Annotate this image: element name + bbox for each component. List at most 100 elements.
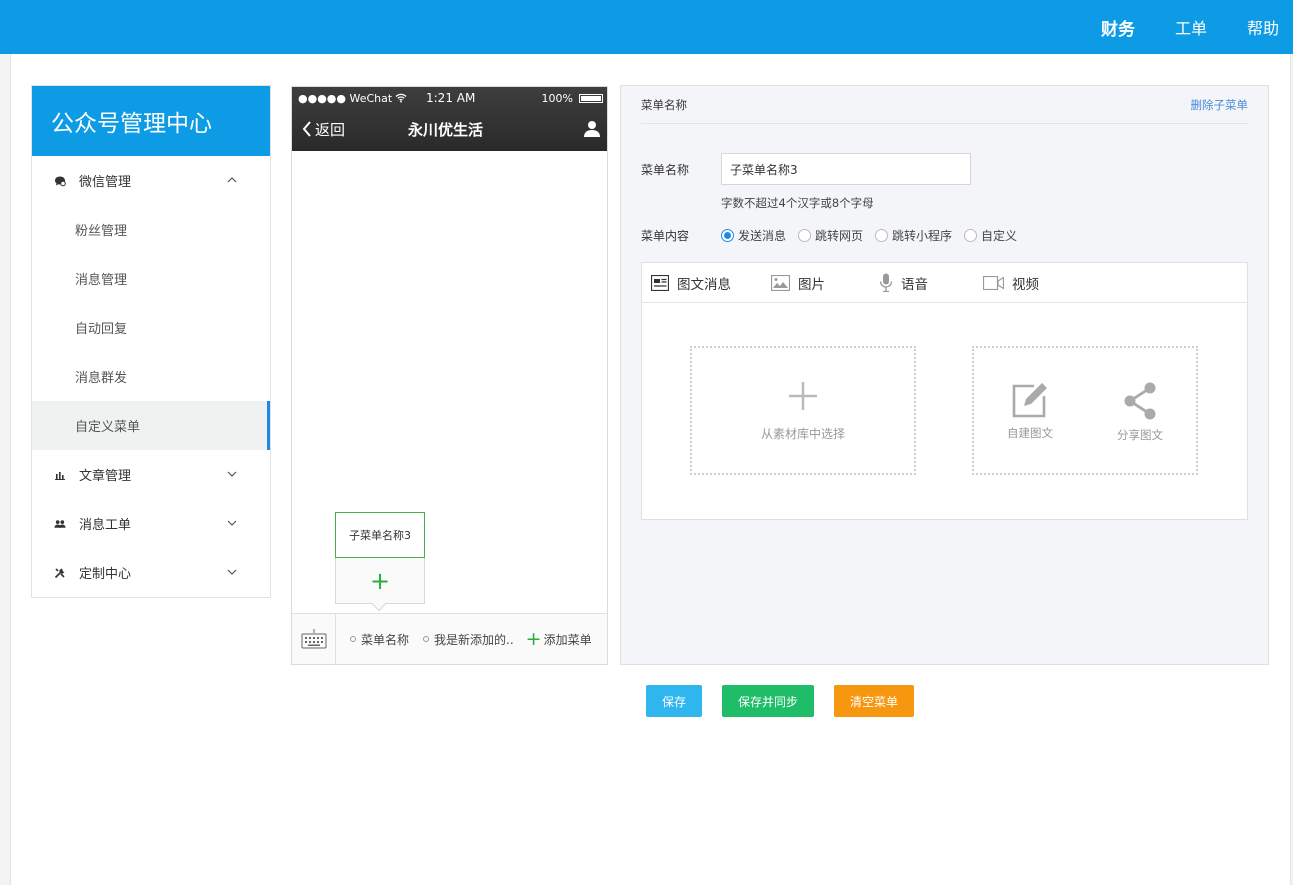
clear-menu-button[interactable]: 清空菜单 xyxy=(834,685,914,717)
sidebar-group-article[interactable]: 文章管理 xyxy=(32,450,270,499)
tab-voice[interactable]: 语音 xyxy=(879,273,983,293)
tab-video[interactable]: 视频 xyxy=(983,273,1039,293)
submenu-name-input[interactable] xyxy=(721,153,971,185)
radio-label: 发送消息 xyxy=(738,229,787,243)
sidebar-item-auto-reply[interactable]: 自动回复 xyxy=(32,303,270,352)
menu-dot-icon xyxy=(423,636,430,642)
top-nav: 财务 工单 帮助 xyxy=(1061,0,1279,54)
radio-jump-web[interactable]: 跳转网页 xyxy=(798,227,863,244)
menu-item-label: 菜单名称 xyxy=(361,632,410,647)
carrier-label: ●●●●● WeChat xyxy=(298,91,393,105)
radio-icon xyxy=(798,229,812,242)
nav-finance[interactable]: 财务 xyxy=(1101,15,1135,40)
content-body: 从素材库中选择 自建图文 分享图文 xyxy=(642,303,1247,519)
sidebar-group-wechat[interactable]: 微信管理 xyxy=(32,156,270,205)
phone-preview: ●●●●● WeChat 1:21 AM 100% 永川优生活 返回 子菜单名称… xyxy=(291,86,608,665)
add-menu-button[interactable]: + 添加菜单 xyxy=(525,628,592,650)
sidebar-group-ticket[interactable]: 消息工单 xyxy=(32,499,270,548)
battery-level: 100% xyxy=(541,91,573,105)
keyboard-icon[interactable] xyxy=(292,614,336,664)
sidebar-item-broadcast[interactable]: 消息群发 xyxy=(32,352,270,401)
plus-icon xyxy=(787,379,819,419)
sidebar-group-label: 定制中心 xyxy=(79,567,132,582)
menu-item-2[interactable]: 我是新添加的.. xyxy=(423,631,514,648)
create-article-button[interactable]: 自建图文 xyxy=(1007,382,1053,441)
users-icon xyxy=(54,518,66,530)
submenu-popup: 子菜单名称3 + xyxy=(335,512,425,612)
radio-send-message[interactable]: 发送消息 xyxy=(721,227,786,244)
sidebar-title: 公众号管理中心 xyxy=(32,86,270,156)
news-icon xyxy=(651,274,669,291)
top-bar: 财务 工单 帮助 xyxy=(0,0,1293,54)
tab-label: 语音 xyxy=(901,276,928,293)
sidebar-group-custom[interactable]: 定制中心 xyxy=(32,548,270,597)
wifi-icon xyxy=(395,93,407,103)
menu-dot-icon xyxy=(350,636,356,642)
radio-icon xyxy=(964,229,978,242)
sidebar: 公众号管理中心 微信管理 粉丝管理 消息管理 自动回复 消息群发 自定义菜单 文… xyxy=(31,85,271,598)
content-type-radios: 发送消息 跳转网页 跳转小程序 自定义 xyxy=(721,227,1029,244)
add-submenu-button[interactable]: + xyxy=(336,558,424,603)
phone-menu-bar: 菜单名称 我是新添加的.. + 添加菜单 xyxy=(292,613,607,664)
radio-label: 跳转网页 xyxy=(815,229,864,243)
delete-submenu-link[interactable]: 删除子菜单 xyxy=(1191,97,1249,113)
microphone-icon xyxy=(879,273,893,292)
radio-custom[interactable]: 自定义 xyxy=(964,227,1017,244)
create-article-label: 自建图文 xyxy=(1007,426,1053,440)
radio-label: 自定义 xyxy=(981,229,1018,243)
radio-mini-program[interactable]: 跳转小程序 xyxy=(875,227,952,244)
video-icon xyxy=(983,275,1004,290)
tab-image[interactable]: 图片 xyxy=(771,273,879,293)
pick-library-label: 从素材库中选择 xyxy=(760,427,845,441)
message-content-box: 图文消息 图片 语音 视频 从素材库中选择 自建图文 分享图文 xyxy=(641,262,1248,520)
status-bar: ●●●●● WeChat 1:21 AM 100% xyxy=(298,90,603,106)
pick-from-library[interactable]: 从素材库中选择 xyxy=(690,346,916,475)
share-article-label: 分享图文 xyxy=(1117,428,1163,442)
create-share-box: 自建图文 分享图文 xyxy=(972,346,1198,475)
sidebar-item-fans[interactable]: 粉丝管理 xyxy=(32,205,270,254)
phone-title-row: 永川优生活 返回 xyxy=(292,117,607,141)
sidebar-item-custom-menu[interactable]: 自定义菜单 xyxy=(32,401,270,450)
back-label: 返回 xyxy=(315,120,346,139)
tab-label: 图文消息 xyxy=(677,276,731,293)
content-tabs: 图文消息 图片 语音 视频 xyxy=(642,263,1247,303)
back-button[interactable]: 返回 xyxy=(302,119,345,140)
edit-icon xyxy=(1012,383,1047,418)
submenu-item[interactable]: 子菜单名称3 xyxy=(335,512,425,558)
tab-news[interactable]: 图文消息 xyxy=(651,273,771,293)
name-hint: 字数不超过4个汉字或8个字母 xyxy=(721,196,874,210)
tab-label: 视频 xyxy=(1012,276,1039,293)
share-icon xyxy=(1124,382,1156,420)
user-icon[interactable] xyxy=(583,119,601,137)
sidebar-group-label: 文章管理 xyxy=(79,469,132,484)
radio-label: 跳转小程序 xyxy=(892,229,953,243)
bar-chart-icon xyxy=(54,469,66,481)
sidebar-group-label: 微信管理 xyxy=(79,175,132,190)
chat-bubble-icon xyxy=(54,175,66,187)
chevron-down-icon xyxy=(227,569,237,575)
radio-checked-icon xyxy=(721,229,734,242)
menu-editor: 菜单名称 删除子菜单 菜单名称 字数不超过4个汉字或8个字母 菜单内容 发送消息… xyxy=(620,85,1269,665)
nav-help[interactable]: 帮助 xyxy=(1247,15,1279,39)
tab-label: 图片 xyxy=(798,276,825,293)
nav-tickets[interactable]: 工单 xyxy=(1175,15,1207,39)
battery-icon xyxy=(579,94,603,103)
save-button[interactable]: 保存 xyxy=(646,685,702,717)
radio-icon xyxy=(875,229,889,242)
chevron-down-icon xyxy=(227,471,237,477)
content-label: 菜单内容 xyxy=(641,229,690,243)
plus-icon: + xyxy=(525,628,542,650)
save-sync-button[interactable]: 保存并同步 xyxy=(722,685,814,717)
add-menu-label: 添加菜单 xyxy=(543,632,592,647)
chevron-left-icon xyxy=(302,121,311,137)
phone-nav-bar: ●●●●● WeChat 1:21 AM 100% 永川优生活 返回 xyxy=(292,87,607,151)
sidebar-group-label: 消息工单 xyxy=(79,518,132,533)
name-label: 菜单名称 xyxy=(641,163,690,177)
menu-item-1[interactable]: 菜单名称 xyxy=(350,631,409,648)
image-icon xyxy=(771,274,790,291)
status-time: 1:21 AM xyxy=(426,91,476,105)
editor-header: 菜单名称 删除子菜单 xyxy=(641,86,1248,124)
share-article-button[interactable]: 分享图文 xyxy=(1117,382,1163,443)
sidebar-item-messages[interactable]: 消息管理 xyxy=(32,254,270,303)
tools-icon xyxy=(54,567,66,579)
